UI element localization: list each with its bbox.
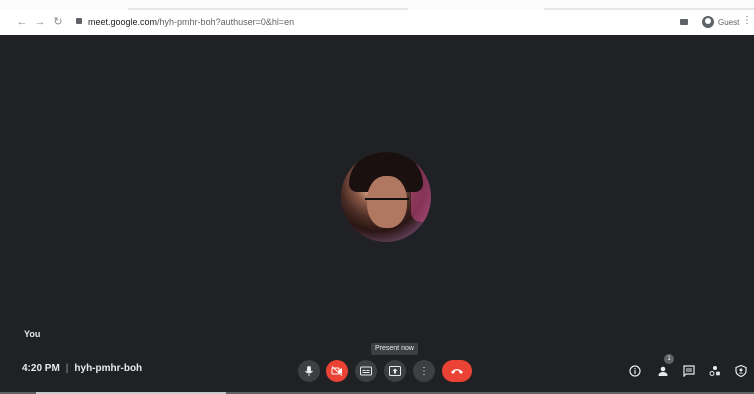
back-arrow-icon[interactable]: ← [16, 14, 28, 30]
host-controls-button[interactable] [732, 362, 750, 380]
leave-call-button[interactable] [442, 360, 472, 382]
microphone-icon [305, 366, 313, 376]
meeting-details-icon [629, 365, 641, 377]
chat-icon [683, 365, 695, 377]
profile-label: Guest [718, 17, 740, 27]
participant-avatar [341, 152, 431, 242]
host-controls-icon [735, 365, 747, 377]
tab-strip [0, 0, 754, 10]
meeting-code: hyh-pmhr-boh [74, 363, 143, 374]
camera-off-icon [331, 366, 343, 376]
profile-button[interactable]: Guest [702, 14, 739, 30]
activities-button[interactable] [706, 362, 724, 380]
url-host: meet.google.com [88, 17, 158, 27]
browser-menu-icon[interactable]: ⋮ [742, 15, 752, 26]
meeting-info: 4:20 PM | hyh-pmhr-boh [22, 363, 142, 374]
people-icon [658, 366, 668, 376]
hang-up-icon [451, 369, 463, 374]
captions-icon [360, 366, 372, 376]
url-path: /hyh-pmhr-boh?authuser=0&hl=en [157, 17, 295, 27]
camera-toggle-button[interactable] [326, 360, 348, 382]
participant-name: You [24, 329, 41, 339]
forward-arrow-icon[interactable]: → [34, 14, 46, 30]
lock-icon[interactable] [76, 18, 82, 24]
reload-icon[interactable]: ↻ [52, 14, 64, 30]
present-now-tooltip: Present now [371, 343, 418, 355]
profile-avatar-icon [702, 16, 714, 28]
present-screen-icon [389, 366, 401, 376]
meeting-time: 4:20 PM [22, 363, 60, 374]
more-options-icon: ⋮ [419, 365, 429, 377]
microphone-button[interactable] [298, 360, 320, 382]
more-options-button[interactable]: ⋮ [413, 360, 435, 382]
address-bar[interactable]: ← → ↻ meet.google.com/hyh-pmhr-boh?authu… [0, 10, 754, 36]
camera-indicator-icon[interactable] [680, 19, 688, 25]
meeting-info-separator: | [65, 363, 69, 374]
captions-button[interactable] [355, 360, 377, 382]
present-now-button[interactable] [384, 360, 406, 382]
meeting-details-button[interactable] [626, 362, 644, 380]
chat-button[interactable] [680, 362, 698, 380]
activities-icon [709, 366, 720, 376]
avatar-glasses [365, 198, 409, 208]
people-button[interactable] [654, 362, 672, 380]
url-field[interactable]: meet.google.com/hyh-pmhr-boh?authuser=0&… [88, 14, 294, 30]
